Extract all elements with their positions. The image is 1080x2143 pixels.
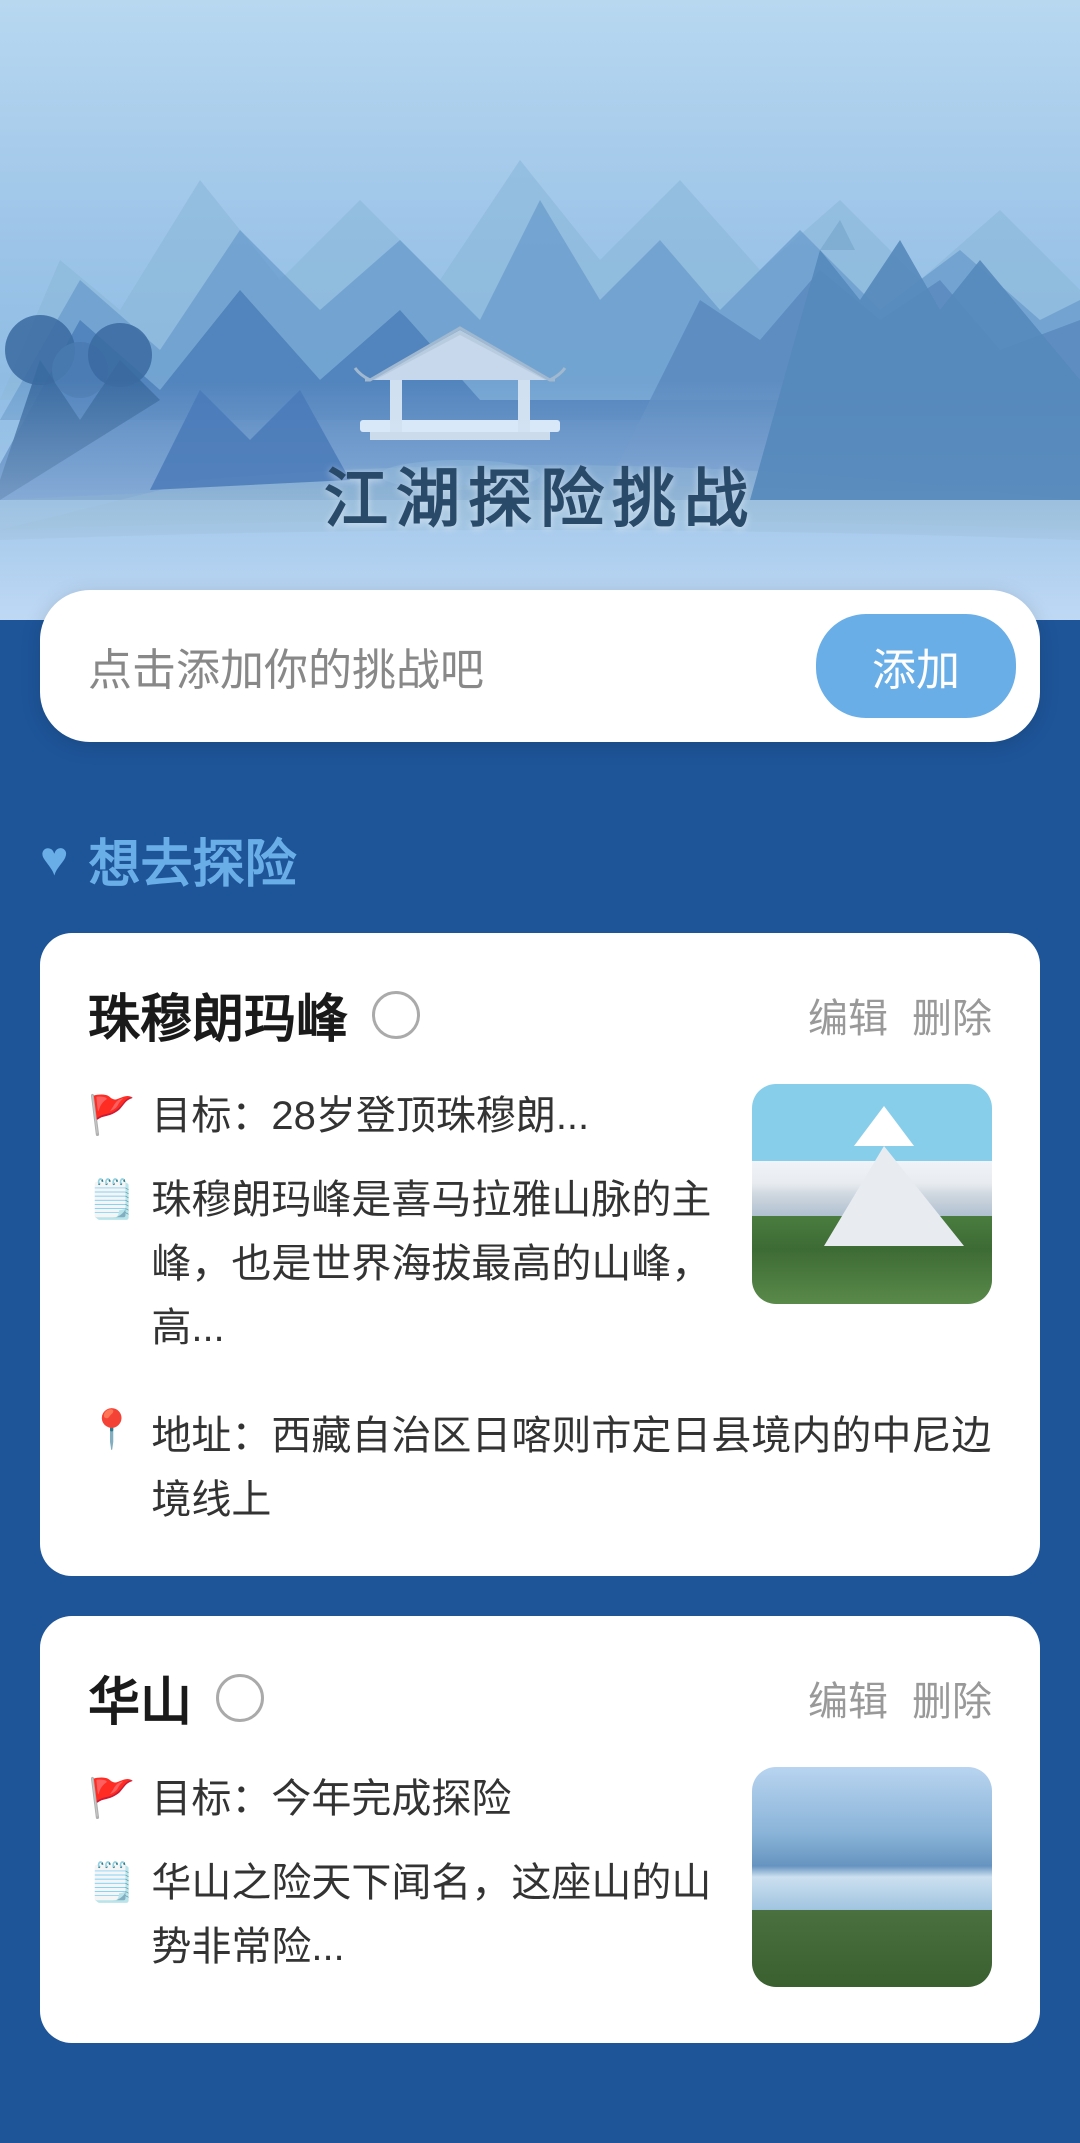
goal-row-huashan: 🚩 目标：今年完成探险	[88, 1767, 720, 1831]
heart-icon: ♥	[40, 832, 69, 887]
card-title-area-huashan: 华山	[88, 1660, 264, 1735]
section-header: ♥ 想去探险	[40, 822, 1040, 897]
card-header-everest: 珠穆朗玛峰 编辑 删除	[88, 977, 992, 1052]
card-actions-huashan: 编辑 删除	[808, 1669, 992, 1727]
huashan-illustration	[752, 1767, 992, 1987]
goal-icon-everest: 🚩	[88, 1088, 135, 1145]
card-info-huashan: 🚩 目标：今年完成探险 🗒️ 华山之险天下闻名，这座山的山势非常险...	[88, 1767, 720, 1999]
add-button[interactable]: 添加	[816, 614, 1016, 718]
delete-button-huashan[interactable]: 删除	[912, 1669, 992, 1727]
card-actions-everest: 编辑 删除	[808, 986, 992, 1044]
goal-row-everest: 🚩 目标：28岁登顶珠穆朗...	[88, 1084, 720, 1148]
card-title-huashan: 华山	[88, 1660, 192, 1735]
everest-illustration	[752, 1084, 992, 1304]
card-body-huashan: 🚩 目标：今年完成探险 🗒️ 华山之险天下闻名，这座山的山势非常险...	[88, 1767, 992, 1999]
add-bar-placeholder[interactable]: 点击添加你的挑战吧	[88, 634, 816, 698]
challenge-card-huashan: 华山 编辑 删除 🚩 目标：今年完成探险 🗒️ 华	[40, 1616, 1040, 2043]
goal-text-huashan: 目标：今年完成探险	[151, 1767, 511, 1831]
card-checkbox-everest[interactable]	[372, 991, 420, 1039]
main-content: 点击添加你的挑战吧 添加 ♥ 想去探险 珠穆朗玛峰 编辑 删除 🚩	[0, 620, 1080, 2143]
card-info-everest: 🚩 目标：28岁登顶珠穆朗... 🗒️ 珠穆朗玛峰是喜马拉雅山脉的主峰，也是世界…	[88, 1084, 720, 1380]
card-image-everest	[752, 1084, 992, 1304]
hero-banner: 江湖探险挑战	[0, 0, 1080, 620]
card-header-huashan: 华山 编辑 删除	[88, 1660, 992, 1735]
edit-button-huashan[interactable]: 编辑	[808, 1669, 888, 1727]
hero-title-overlay: 江湖探险挑战	[324, 448, 756, 540]
goal-text-everest: 目标：28岁登顶珠穆朗...	[151, 1084, 589, 1148]
delete-button-everest[interactable]: 删除	[912, 986, 992, 1044]
challenge-card-everest: 珠穆朗玛峰 编辑 删除 🚩 目标：28岁登顶珠穆朗... 🗒️	[40, 933, 1040, 1576]
card-checkbox-huashan[interactable]	[216, 1674, 264, 1722]
card-image-huashan	[752, 1767, 992, 1987]
card-title-everest: 珠穆朗玛峰	[88, 977, 348, 1052]
address-icon-everest: 📍	[88, 1408, 135, 1452]
intro-text-huashan: 华山之险天下闻名，这座山的山势非常险...	[151, 1851, 720, 1979]
section-title: 想去探险	[89, 822, 297, 897]
intro-icon-huashan: 🗒️	[88, 1855, 135, 1912]
edit-button-everest[interactable]: 编辑	[808, 986, 888, 1044]
card-body-everest: 🚩 目标：28岁登顶珠穆朗... 🗒️ 珠穆朗玛峰是喜马拉雅山脉的主峰，也是世界…	[88, 1084, 992, 1380]
address-row-everest: 📍 地址：西藏自治区日喀则市定日县境内的中尼边境线上	[88, 1404, 992, 1532]
intro-text-everest: 珠穆朗玛峰是喜马拉雅山脉的主峰，也是世界海拔最高的山峰，高...	[151, 1168, 720, 1360]
hero-title: 江湖探险挑战	[324, 448, 756, 540]
intro-row-huashan: 🗒️ 华山之险天下闻名，这座山的山势非常险...	[88, 1851, 720, 1979]
intro-icon-everest: 🗒️	[88, 1172, 135, 1229]
intro-row-everest: 🗒️ 珠穆朗玛峰是喜马拉雅山脉的主峰，也是世界海拔最高的山峰，高...	[88, 1168, 720, 1360]
goal-icon-huashan: 🚩	[88, 1771, 135, 1828]
card-title-area-everest: 珠穆朗玛峰	[88, 977, 420, 1052]
add-challenge-bar: 点击添加你的挑战吧 添加	[40, 590, 1040, 742]
address-text-everest: 地址：西藏自治区日喀则市定日县境内的中尼边境线上	[151, 1404, 992, 1532]
everest-peak	[824, 1146, 964, 1246]
